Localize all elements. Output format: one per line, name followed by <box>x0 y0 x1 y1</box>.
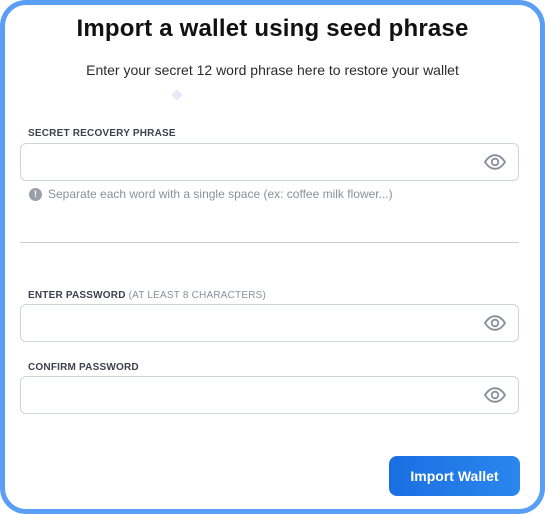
import-wallet-panel: Import a wallet using seed phrase Enter … <box>0 0 545 514</box>
recovery-phrase-field <box>20 143 519 181</box>
page-subtitle: Enter your secret 12 word phrase here to… <box>86 62 459 78</box>
import-wallet-button[interactable]: Import Wallet <box>389 456 520 496</box>
eye-icon[interactable] <box>483 315 507 331</box>
password-label-text: ENTER PASSWORD <box>28 290 126 301</box>
eye-icon[interactable] <box>483 154 507 170</box>
eye-icon[interactable] <box>483 387 507 403</box>
decorative-diamond-icon <box>171 89 183 101</box>
confirm-password-label-text: CONFIRM PASSWORD <box>28 362 139 373</box>
password-hint: (AT LEAST 8 CHARACTERS) <box>128 290 267 301</box>
confirm-password-input[interactable] <box>29 378 473 414</box>
confirm-password-label: CONFIRM PASSWORD <box>28 362 139 373</box>
recovery-phrase-label: SECRET RECOVERY PHRASE <box>28 128 176 139</box>
section-divider <box>20 242 519 243</box>
password-input[interactable] <box>29 306 473 342</box>
recovery-phrase-helper-text: Separate each word with a single space (… <box>48 187 393 201</box>
recovery-phrase-input[interactable] <box>29 145 473 181</box>
password-label: ENTER PASSWORD (AT LEAST 8 CHARACTERS) <box>28 290 266 301</box>
recovery-phrase-helper: ! Separate each word with a single space… <box>29 187 393 201</box>
page-title: Import a wallet using seed phrase <box>76 15 469 42</box>
confirm-password-field <box>20 376 519 414</box>
info-icon: ! <box>29 187 42 201</box>
recovery-phrase-label-text: SECRET RECOVERY PHRASE <box>28 128 176 139</box>
password-field <box>20 304 519 342</box>
